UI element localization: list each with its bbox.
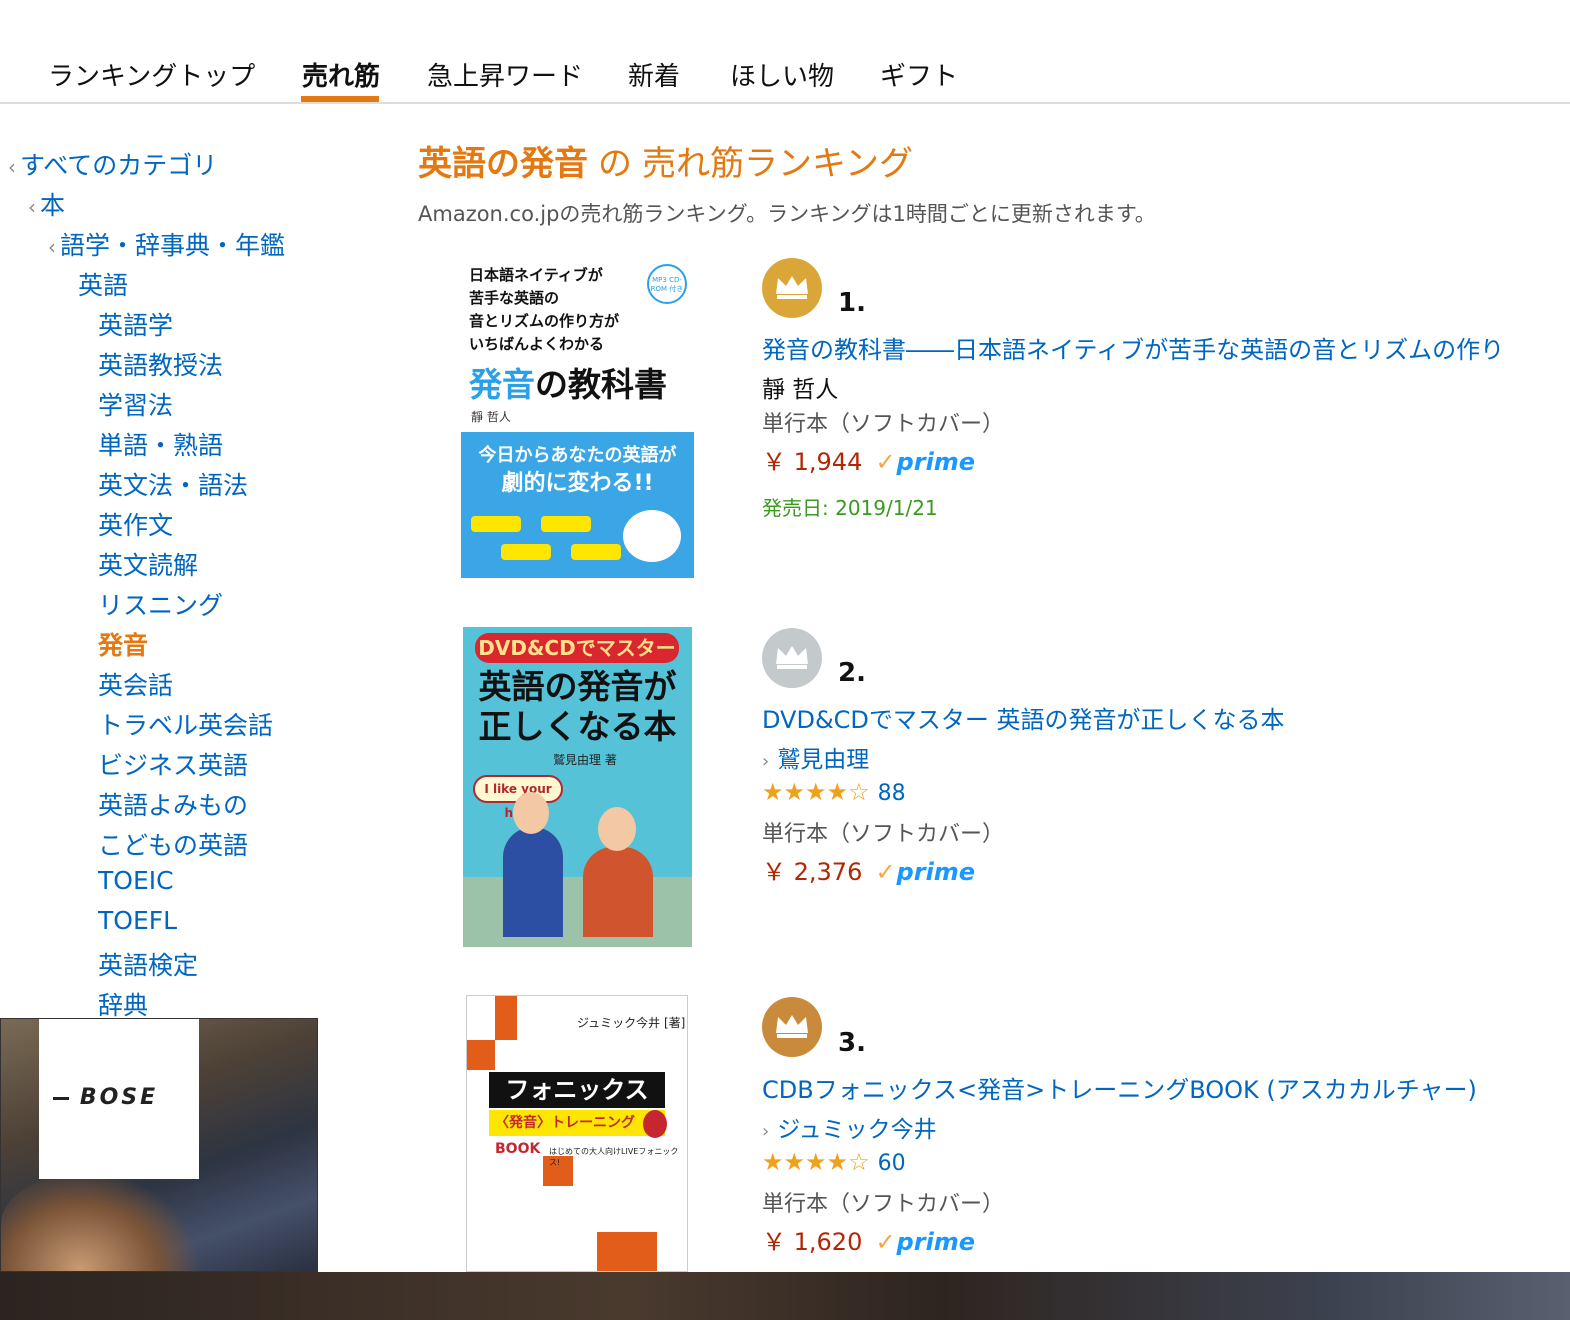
star-filled-icon: ★	[805, 1148, 827, 1176]
rank-badge-silver	[762, 628, 822, 688]
star-rating[interactable]: ★★★★☆ 88	[762, 778, 906, 806]
brand-logo: BOSE	[53, 1085, 185, 1110]
page-subtitle: Amazon.co.jpの売れ筋ランキング。ランキングは1時間ごとに更新されます…	[418, 202, 1156, 226]
tab-most-wished[interactable]: ほしい物	[730, 56, 834, 93]
ad-photo	[1, 1169, 201, 1271]
product-format: 単行本（ソフトカバー）	[762, 412, 1005, 437]
product-price: ￥ 1,620	[762, 1228, 863, 1256]
sidebar-item[interactable]: 辞典	[98, 986, 148, 1022]
sidebar-item[interactable]: TOEFL	[98, 906, 177, 935]
sidebar-item[interactable]: 単語・熟語	[98, 426, 223, 462]
product-price: ￥ 1,944	[762, 448, 863, 476]
crown-icon	[776, 646, 808, 669]
star-filled-icon: ★	[826, 778, 849, 806]
chevron-left-icon: ‹	[28, 195, 36, 219]
book-cover[interactable]: DVD&CDでマスター 英語の発音が 正しくなる本 鷲見由理 著 I like …	[463, 627, 692, 947]
sidebar-item[interactable]: 英語教授法	[98, 346, 223, 382]
sidebar-item[interactable]: 英文読解	[98, 546, 198, 582]
sidebar-item[interactable]: 英語学	[98, 306, 173, 342]
sidebar-item[interactable]: 英語よみもの	[98, 786, 248, 822]
product-price: ￥ 2,376	[762, 858, 863, 886]
sidebar-item-current: 発音	[98, 631, 149, 660]
title-suffix: 売れ筋ランキング	[642, 144, 913, 184]
category-name: 英語の発音	[418, 144, 588, 184]
rank-number: 2.	[838, 658, 866, 688]
sidebar-item-languages[interactable]: ‹ 語学・辞事典・年鑑	[48, 226, 285, 262]
ranking-tabs: ランキングトップ 売れ筋 急上昇ワード 新着 ほしい物 ギフト	[0, 0, 1570, 104]
star-filled-icon: ★	[762, 778, 784, 806]
product-title-link[interactable]: CDBフォニックス<発音>トレーニングBOOK (アスカカルチャー)	[762, 1070, 1477, 1105]
check-icon: ✓	[875, 448, 896, 476]
chevron-right-icon: ›	[762, 1121, 770, 1142]
release-date: 発売日: 2019/1/21	[762, 496, 938, 520]
check-icon: ✓	[875, 1228, 896, 1256]
product-format: 単行本（ソフトカバー）	[762, 822, 1005, 847]
star-empty-icon: ☆	[848, 778, 870, 806]
active-tab-indicator	[301, 96, 379, 102]
sidebar-item[interactable]: 学習法	[98, 386, 173, 422]
book-cover[interactable]: 日本語ネイティブが 苦手な英語の 音とリズムの作り方が いちばんよくわかる MP…	[461, 258, 694, 578]
tab-best-sellers[interactable]: 売れ筋	[302, 56, 380, 93]
desktop-wallpaper-strip	[0, 1272, 1570, 1320]
sidebar-item[interactable]: 英文法・語法	[98, 466, 248, 502]
product-title-link[interactable]: DVD&CDでマスター 英語の発音が正しくなる本	[762, 700, 1285, 735]
sidebar-item[interactable]: 英語検定	[98, 946, 198, 982]
crown-icon	[776, 276, 808, 299]
sidebar-item-books[interactable]: ‹ 本	[28, 186, 65, 222]
crown-icon	[776, 1015, 808, 1038]
tab-movers-shakers[interactable]: 急上昇ワード	[427, 56, 583, 93]
chevron-right-icon: ›	[762, 751, 770, 772]
price-row: ￥ 2,376 ✓prime	[762, 852, 975, 887]
rank-badge-gold	[762, 258, 822, 318]
sidebar-item[interactable]: こどもの英語	[98, 826, 248, 862]
sidebar-item-english[interactable]: 英語	[78, 266, 128, 302]
rank-number: 3.	[838, 1028, 866, 1058]
title-joiner: の	[598, 144, 632, 184]
sidebar-item[interactable]: トラベル英会話	[98, 706, 273, 742]
star-filled-icon: ★	[783, 1148, 806, 1176]
sidebar-ad[interactable]: BOSE	[0, 1018, 318, 1272]
page-title: 英語の発音の売れ筋ランキング	[418, 136, 913, 185]
tab-ranking-top[interactable]: ランキングトップ	[48, 56, 255, 93]
prime-badge: ✓prime	[875, 1228, 976, 1256]
rank-number: 1.	[838, 288, 866, 318]
sidebar-item[interactable]: 英会話	[98, 666, 173, 702]
sidebar-item[interactable]: TOEIC	[98, 866, 174, 895]
ad-logo-box: BOSE	[39, 1019, 199, 1179]
tab-gift-ideas[interactable]: ギフト	[880, 56, 958, 93]
check-icon: ✓	[875, 858, 896, 886]
star-filled-icon: ★	[805, 778, 827, 806]
product-title-link[interactable]: 発音の教科書――日本語ネイティブが苦手な英語の音とリズムの作り	[762, 330, 1504, 365]
sidebar-item-all-categories[interactable]: ‹ すべてのカテゴリ	[8, 146, 217, 182]
star-rating[interactable]: ★★★★☆ 60	[762, 1148, 906, 1176]
rank-badge-bronze	[762, 997, 822, 1057]
star-filled-icon: ★	[783, 778, 806, 806]
prime-badge: ✓prime	[875, 448, 976, 476]
star-empty-icon: ☆	[848, 1148, 870, 1176]
product-author-link[interactable]: › ジュミック今井	[762, 1110, 937, 1144]
star-filled-icon: ★	[826, 1148, 849, 1176]
review-count-link[interactable]: 88	[878, 781, 906, 806]
cd-rom-badge: MP3 CD-ROM 付き	[647, 264, 687, 304]
star-filled-icon: ★	[762, 1148, 784, 1176]
tab-new-releases[interactable]: 新着	[628, 56, 680, 93]
price-row: ￥ 1,620 ✓prime	[762, 1222, 975, 1257]
sidebar-item[interactable]: 英作文	[98, 506, 173, 542]
chevron-left-icon: ‹	[8, 155, 16, 179]
sidebar-item[interactable]: ビジネス英語	[98, 746, 248, 782]
book-cover[interactable]: ジュミック今井 [著] フォニックス 〈発音〉トレーニングBOOK はじめての大…	[466, 995, 688, 1272]
chevron-left-icon: ‹	[48, 235, 56, 259]
sidebar-item[interactable]: リスニング	[98, 586, 223, 622]
product-author: 靜 哲人	[762, 377, 839, 403]
prime-badge: ✓prime	[875, 858, 976, 886]
review-count-link[interactable]: 60	[878, 1151, 906, 1176]
product-format: 単行本（ソフトカバー）	[762, 1192, 1005, 1217]
product-author-link[interactable]: › 鷲見由理	[762, 740, 869, 774]
price-row: ￥ 1,944 ✓prime	[762, 442, 975, 477]
